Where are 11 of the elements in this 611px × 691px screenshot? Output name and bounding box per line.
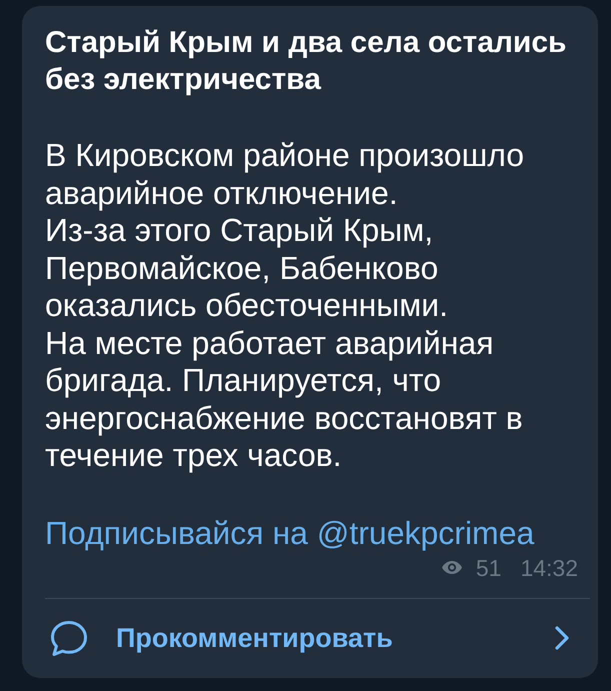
message-title: Старый Крым и два села остались без электричества xyxy=(45,25,568,98)
eye-icon xyxy=(442,561,462,574)
message-paragraph: Из-за этого Старый Крым, Первомайское, Бабенково оказались обесточенными. xyxy=(45,212,450,324)
chevron-right-icon xyxy=(554,625,570,651)
channel-link[interactable]: Подписывайся на @truekpcrimea xyxy=(45,514,534,552)
message-paragraph: На месте работает аварийная бригада. Планируется, что энергоснабжение восстановят в течение трех часов. xyxy=(45,324,524,474)
message-time: 14:32 xyxy=(520,554,578,580)
message-paragraph: В Кировском районе произошло аварийное отключение. xyxy=(45,137,526,212)
speech-bubble-icon xyxy=(50,620,88,656)
comment-button[interactable]: Прокомментировать xyxy=(22,598,598,678)
view-count: 51 xyxy=(476,554,502,580)
